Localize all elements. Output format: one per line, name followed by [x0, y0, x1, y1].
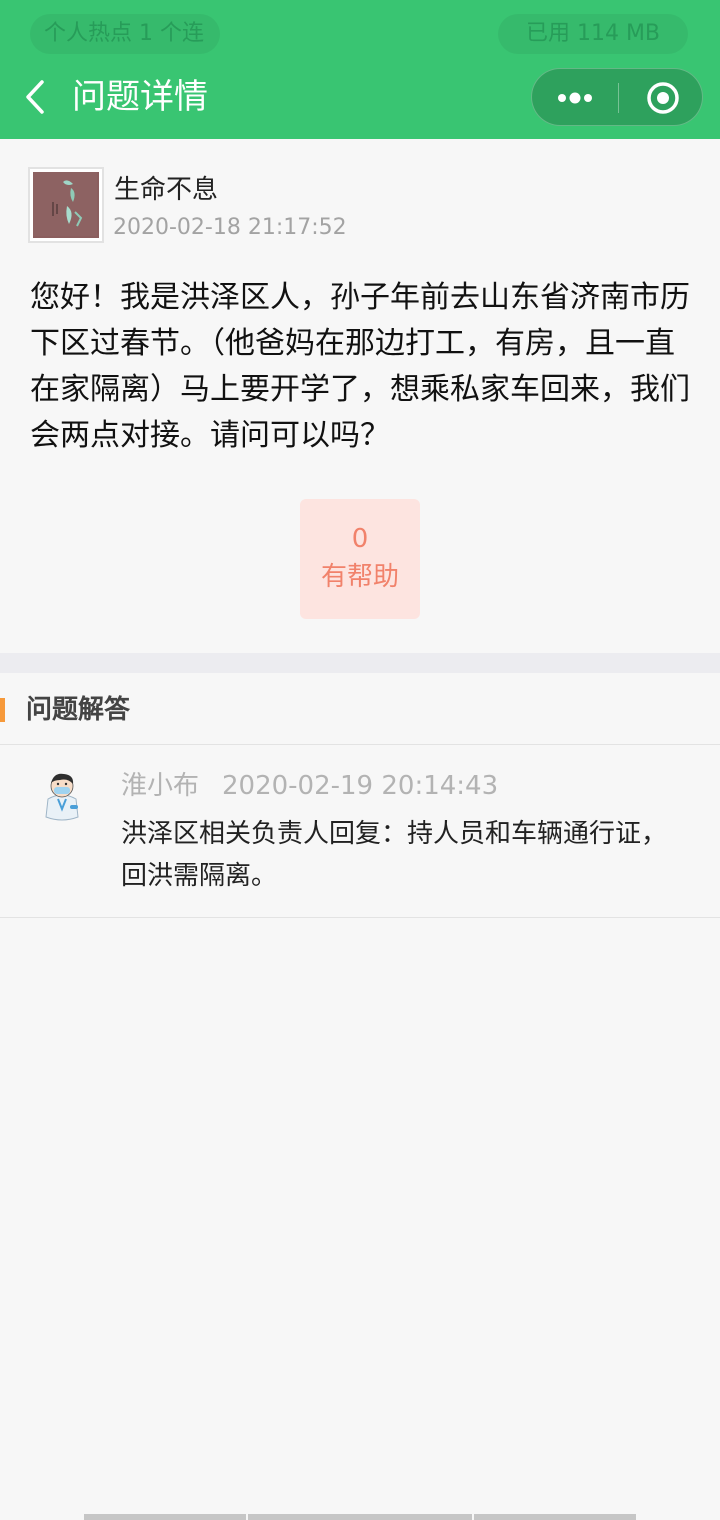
avatar-image [33, 172, 99, 238]
bottom-indicator-right [474, 1514, 636, 1520]
nav-header: 个人热点 1 个连 已用 114 MB 问题详情 [0, 0, 720, 139]
staff-avatar [40, 769, 84, 821]
doctor-avatar-icon [45, 773, 79, 821]
question-time: 2020-02-18 21:17:52 [113, 215, 347, 240]
data-usage-status: 已用 114 MB [498, 14, 688, 54]
bottom-indicator-left [84, 1514, 246, 1520]
section-title-divider [0, 744, 720, 745]
chevron-left-icon [26, 80, 44, 114]
back-button[interactable] [18, 76, 58, 118]
user-avatar[interactable] [28, 167, 104, 243]
helpful-count: 0 [351, 524, 369, 554]
close-mini-program-button[interactable] [619, 69, 704, 127]
target-close-icon [647, 82, 679, 114]
answers-section-title: 问题解答 [26, 695, 131, 725]
mini-program-capsule [531, 68, 703, 126]
answer-divider [0, 917, 720, 918]
answers-section: 问题解答 淮小布 2020-02-19 20:14:43 洪泽区相关负责人回复：… [0, 673, 720, 919]
helpful-button[interactable]: 0 有帮助 [300, 499, 420, 619]
helpful-label: 有帮助 [320, 562, 399, 592]
hotspot-status: 个人热点 1 个连 [30, 14, 220, 54]
section-divider [0, 653, 720, 673]
question-username: 生命不息 [114, 175, 219, 205]
question-card: 生命不息 2020-02-18 21:17:52 您好！我是洪泽区人，孙子年前去… [0, 139, 720, 653]
page-title: 问题详情 [72, 77, 208, 117]
more-dots-icon [558, 92, 592, 104]
section-marker [0, 698, 5, 722]
question-content: 您好！我是洪泽区人，孙子年前去山东省济南市历下区过春节。（他爸妈在那边打工，有房… [30, 280, 690, 453]
answer-time: 2020-02-19 20:14:43 [222, 771, 499, 801]
answer-content: 洪泽区相关负责人回复：持人员和车辆通行证，回洪需隔离。 [121, 819, 668, 891]
answer-author: 淮小布 [121, 771, 200, 801]
more-button[interactable] [532, 69, 618, 127]
bottom-indicator-center [248, 1514, 472, 1520]
